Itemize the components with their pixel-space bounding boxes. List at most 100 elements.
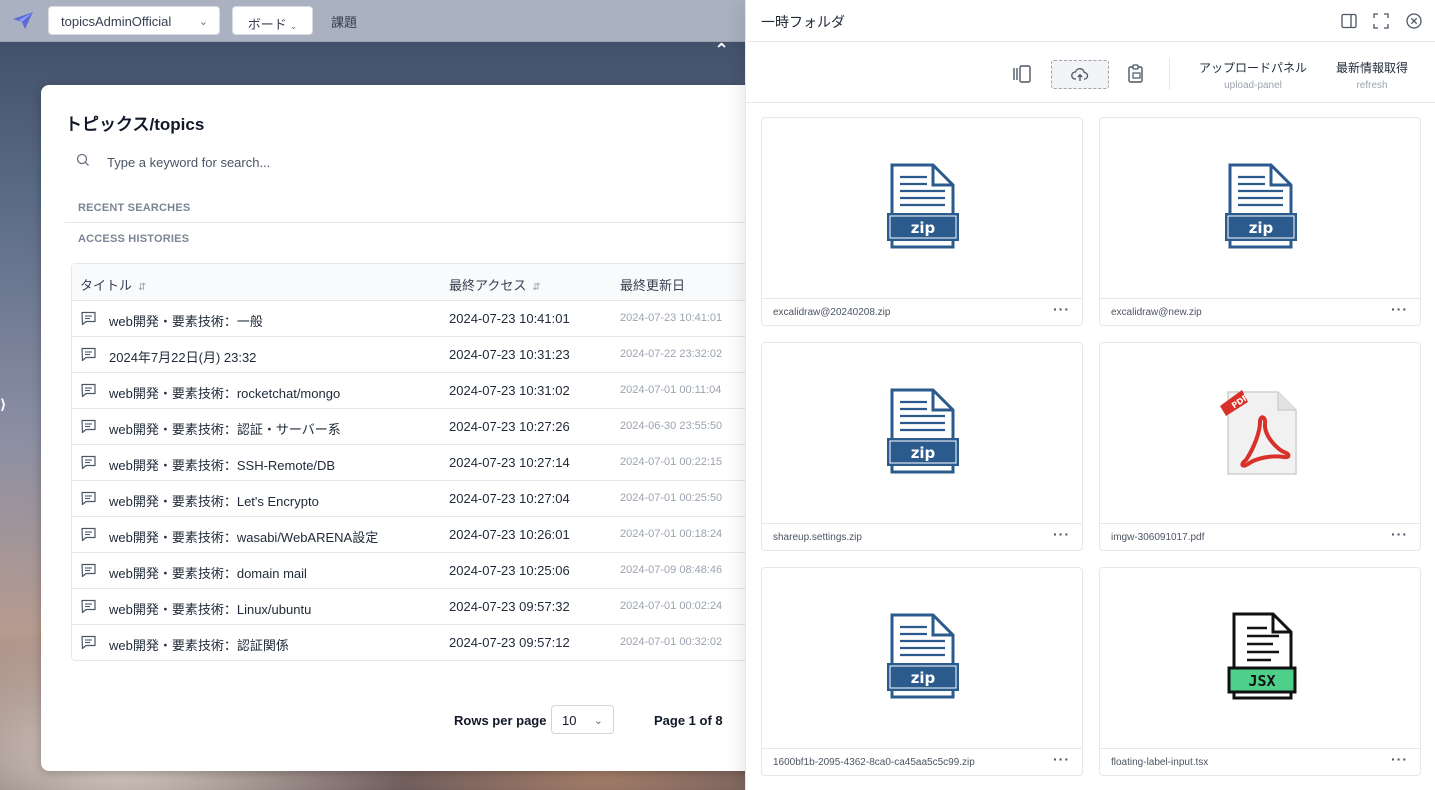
more-options-icon[interactable]: ··· (1053, 301, 1070, 317)
file-card[interactable]: JSX floating-label-input.tsx ··· (1099, 567, 1421, 776)
last-access: 2024-07-23 10:31:23 (449, 347, 570, 362)
topic-chat-icon (81, 599, 96, 614)
toolbar-divider (1169, 58, 1170, 90)
zip-file-icon: zip (887, 388, 959, 474)
split-view-icon[interactable] (1340, 12, 1358, 30)
topic-title[interactable]: web開発・要素技術：一般 (109, 311, 263, 330)
search-input[interactable] (105, 149, 709, 175)
topic-title[interactable]: web開発・要素技術：SSH-Remote/DB (109, 455, 335, 474)
upload-panel-button[interactable]: アップロードパネル upload-panel (1198, 59, 1308, 91)
table-row[interactable]: web開発・要素技術：domain mail 2024-07-23 10:25:0… (72, 553, 772, 589)
file-card[interactable]: zip shareup.settings.zip ··· (761, 342, 1083, 551)
access-histories-heading: ACCESS HISTORIES (78, 233, 190, 245)
table-row[interactable]: web開発・要素技術：Let's Encrypto 2024-07-23 10:2… (72, 481, 772, 517)
cloud-upload-icon (1071, 68, 1089, 81)
table-row[interactable]: web開発・要素技術：SSH-Remote/DB 2024-07-23 10:27… (72, 445, 772, 481)
board-label: ボード (247, 17, 287, 32)
table-row[interactable]: web開発・要素技術：認証関係 2024-07-23 09:57:12 2024-0… (72, 625, 772, 660)
table-row[interactable]: web開発・要素技術：認証・サーバー系 2024-07-23 10:27:26 20… (72, 409, 772, 445)
rows-per-page-select[interactable]: 10 ⌄ (551, 705, 614, 734)
last-updated: 2024-07-01 00:11:04 (620, 384, 722, 396)
drawer-header: 一時フォルダ (746, 0, 1435, 42)
last-access: 2024-07-23 10:25:06 (449, 563, 570, 578)
jsx-file-icon: JSX (1227, 612, 1297, 700)
upload-panel-label: アップロードパネル (1198, 61, 1307, 75)
last-updated: 2024-07-01 00:18:24 (620, 528, 723, 540)
topic-chat-icon (81, 347, 96, 362)
table-row[interactable]: web開発・要素技術：rocketchat/mongo 2024-07-23 10… (72, 373, 772, 409)
topic-title[interactable]: web開発・要素技術：rocketchat/mongo (109, 383, 340, 402)
topic-title[interactable]: web開発・要素技術：認証・サーバー系 (109, 419, 341, 438)
last-updated: 2024-06-30 23:55:50 (620, 420, 723, 432)
temp-folder-drawer: 一時フォルダ アップロードパネル upload-panel 最新情報取得 ref… (745, 0, 1435, 790)
file-card[interactable]: zip excalidraw@new.zip ··· (1099, 117, 1421, 326)
last-access: 2024-07-23 10:26:01 (449, 527, 570, 542)
more-options-icon[interactable]: ··· (1391, 301, 1408, 317)
topic-title[interactable]: web開発・要素技術：Linux/ubuntu (109, 599, 311, 618)
file-thumbnail[interactable]: zip (762, 568, 1082, 749)
file-badge: JSX (1248, 672, 1275, 690)
topic-title[interactable]: web開発・要素技術：認証関係 (109, 635, 289, 654)
refresh-button[interactable]: 最新情報取得 refresh (1332, 59, 1412, 91)
file-card[interactable]: zip excalidraw@20240208.zip ··· (761, 117, 1083, 326)
file-name: 1600bf1b-2095-4362-8ca0-ca45aa5c5c99.zip (773, 757, 975, 768)
workspace-select[interactable]: topicsAdminOfficial ⌄ (48, 6, 220, 35)
task-link[interactable]: 課題 (331, 12, 357, 31)
access-history-table: タイトル ⇵ 最終アクセス ⇵ 最終更新日 web開発・要素技術：一般 2024-07… (71, 263, 773, 661)
upload-panel-sublabel: upload-panel (1224, 80, 1282, 91)
topic-chat-icon (81, 635, 96, 650)
close-icon[interactable] (1405, 12, 1423, 30)
file-thumbnail[interactable]: zip (762, 118, 1082, 299)
top-bar: topicsAdminOfficial ⌄ ボード ⌄ 課題 (0, 0, 745, 42)
last-updated: 2024-07-23 10:41:01 (620, 312, 723, 324)
clipboard-icon[interactable] (1122, 60, 1150, 88)
last-access: 2024-07-23 10:27:26 (449, 419, 570, 434)
column-last-updated-header: 最終更新日 (620, 278, 686, 293)
topic-title[interactable]: web開発・要素技術：Let's Encrypto (109, 491, 319, 510)
refresh-sublabel: refresh (1356, 80, 1388, 91)
chevron-right-icon[interactable]: ⟩ (0, 396, 6, 413)
topic-title[interactable]: 2024年7月22日(月) 23:32 (109, 347, 256, 366)
topic-title[interactable]: web開発・要素技術：domain mail (109, 563, 307, 582)
last-access: 2024-07-23 10:31:02 (449, 383, 570, 398)
file-badge: zip (911, 444, 936, 462)
more-options-icon[interactable]: ··· (1053, 751, 1070, 767)
file-card[interactable]: PDF imgw-306091017.pdf ··· (1099, 342, 1421, 551)
more-options-icon[interactable]: ··· (1391, 751, 1408, 767)
sort-icon: ⇵ (532, 282, 541, 293)
zip-file-icon: zip (1225, 163, 1297, 249)
fullscreen-icon[interactable] (1372, 12, 1390, 30)
upload-button[interactable] (1051, 60, 1109, 89)
board-menu-button[interactable]: ボード ⌄ (232, 6, 313, 35)
file-thumbnail[interactable]: PDF (1100, 343, 1420, 524)
table-row[interactable]: 2024年7月22日(月) 23:32 2024-07-23 10:31:23 20… (72, 337, 772, 373)
panel-layout-icon[interactable] (1008, 60, 1036, 88)
last-updated: 2024-07-09 08:48:46 (620, 564, 723, 576)
chevron-up-icon[interactable]: ⌃ (714, 40, 729, 61)
table-row[interactable]: web開発・要素技術：Linux/ubuntu 2024-07-23 09:57:… (72, 589, 772, 625)
column-title-header[interactable]: タイトル ⇵ (80, 275, 146, 294)
column-label: 最終アクセス (449, 278, 527, 293)
chevron-down-icon: ⌄ (593, 715, 603, 727)
table-row[interactable]: web開発・要素技術：一般 2024-07-23 10:41:01 2024-07-… (72, 301, 772, 337)
file-name: floating-label-input.tsx (1111, 757, 1209, 768)
app-logo-icon[interactable] (12, 9, 34, 31)
search-bar (65, 145, 765, 177)
more-options-icon[interactable]: ··· (1391, 526, 1408, 542)
file-card[interactable]: zip 1600bf1b-2095-4362-8ca0-ca45aa5c5c99.… (761, 567, 1083, 776)
file-thumbnail[interactable]: zip (1100, 118, 1420, 299)
file-thumbnail[interactable]: zip (762, 343, 1082, 524)
more-options-icon[interactable]: ··· (1053, 526, 1070, 542)
file-thumbnail[interactable]: JSX (1100, 568, 1420, 749)
last-updated: 2024-07-01 00:32:02 (620, 636, 723, 648)
topic-chat-icon (81, 491, 96, 506)
last-access: 2024-07-23 09:57:12 (449, 635, 570, 650)
column-last-access-header[interactable]: 最終アクセス ⇵ (449, 275, 541, 294)
topic-title[interactable]: web開発・要素技術：wasabi/WebARENA設定 (109, 527, 378, 546)
table-body: web開発・要素技術：一般 2024-07-23 10:41:01 2024-07-… (72, 301, 772, 660)
topic-chat-icon (81, 455, 96, 470)
table-row[interactable]: web開発・要素技術：wasabi/WebARENA設定 2024-07-23 1… (72, 517, 772, 553)
table-header: タイトル ⇵ 最終アクセス ⇵ 最終更新日 (72, 264, 772, 301)
topic-chat-icon (81, 563, 96, 578)
pdf-file-icon: PDF (1220, 390, 1297, 475)
